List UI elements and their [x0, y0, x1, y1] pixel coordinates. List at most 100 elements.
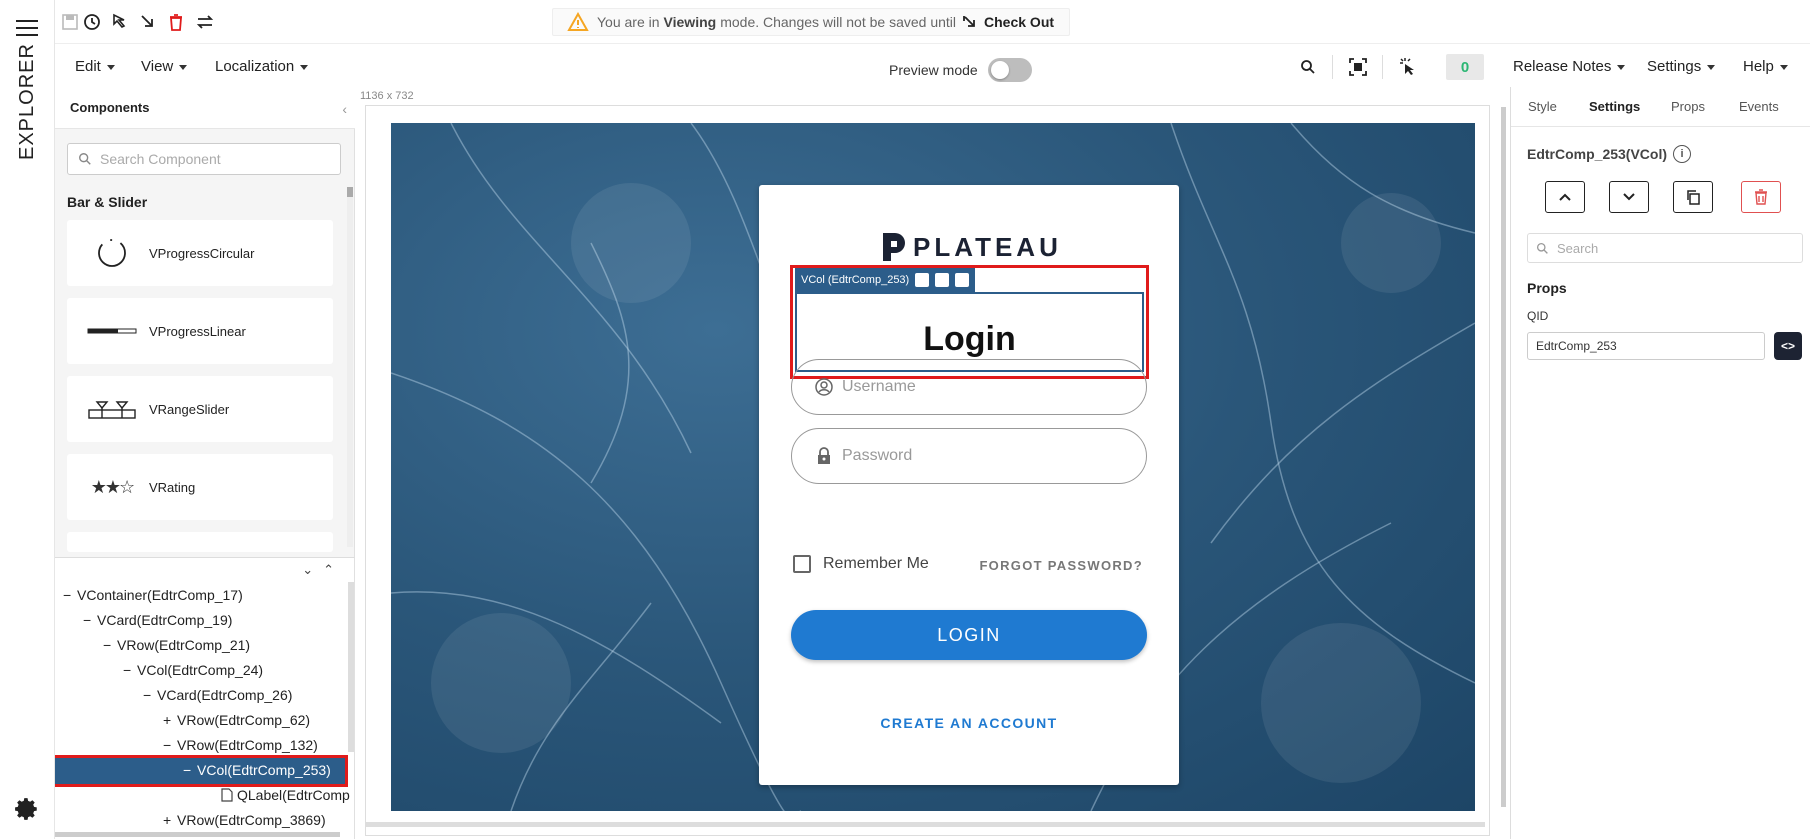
preview-mode-label: Preview mode	[889, 62, 978, 78]
caret-icon	[1779, 64, 1788, 70]
chevron-up-icon	[1559, 193, 1571, 201]
export-icon[interactable]	[138, 12, 158, 32]
history-icon[interactable]	[82, 12, 102, 32]
user-circle-icon	[815, 378, 833, 396]
component-item[interactable]: VProgressCircular	[67, 220, 333, 286]
component-item[interactable]: VProgressLinear	[67, 298, 333, 364]
remember-me[interactable]: Remember Me	[793, 555, 929, 573]
rating-icon: ★★☆	[90, 476, 135, 497]
tree-node-toggle[interactable]: −	[83, 612, 97, 628]
divider	[1332, 55, 1333, 79]
gear-icon[interactable]	[14, 796, 40, 822]
search-icon	[1536, 242, 1548, 254]
canvas-vertical-scrollbar[interactable]	[1501, 107, 1506, 807]
tree-node[interactable]: − VContainer(EdtrComp_17)	[63, 587, 243, 603]
tree-node-label: VCol(EdtrComp_253)	[197, 762, 331, 778]
menu-localization[interactable]: Localization	[215, 58, 309, 75]
check-out-icon	[963, 16, 975, 27]
component-chip[interactable]: VCol (EdtrComp_253)	[795, 268, 976, 292]
tree-node-label: VRow(EdtrComp_3869)	[177, 812, 326, 828]
tree-node-toggle[interactable]: −	[123, 662, 137, 678]
tree-node[interactable]: − VRow(EdtrComp_132)	[163, 737, 318, 753]
remember-me-label: Remember Me	[823, 555, 929, 572]
tree-node[interactable]: + VRow(EdtrComp_3869)	[163, 812, 326, 828]
delete-icon[interactable]	[166, 12, 186, 32]
menu-icon[interactable]	[16, 20, 38, 38]
info-icon[interactable]: i	[1673, 145, 1692, 163]
notice-prefix: You are in	[597, 14, 660, 30]
scrollbar-thumb[interactable]	[347, 187, 353, 197]
password-input[interactable]: Password	[791, 428, 1147, 484]
remember-me-checkbox[interactable]	[793, 555, 811, 573]
inspector-search-input[interactable]: Search	[1527, 233, 1803, 263]
top-toolbar: You are in Viewing mode. Changes will no…	[55, 0, 1810, 44]
move-up-button[interactable]	[1545, 181, 1585, 213]
menu-release-notes[interactable]: Release Notes	[1513, 58, 1626, 75]
tree-node[interactable]: − VRow(EdtrComp_21)	[103, 637, 250, 653]
tree-expand-collapse[interactable]: ⌄⌃	[302, 562, 344, 578]
tab-style[interactable]: Style	[1528, 99, 1557, 114]
caret-icon	[1617, 64, 1626, 70]
collapse-chevron-icon[interactable]: ‹	[342, 101, 347, 117]
tree-node-label: VCard(EdtrComp_19)	[97, 612, 233, 628]
component-search-input[interactable]: Search Component	[67, 143, 341, 175]
tree-node[interactable]: − VCol(EdtrComp_24)	[123, 662, 263, 678]
menu-help[interactable]: Help	[1743, 58, 1788, 75]
canvas-background: PLATEAU VCol (EdtrComp_253) Login Userna…	[391, 123, 1475, 811]
select-arrow-icon[interactable]	[110, 12, 130, 32]
component-item[interactable]: ★★☆ VRating	[67, 454, 333, 520]
search-icon[interactable]	[1300, 59, 1316, 75]
swap-icon[interactable]	[195, 12, 215, 32]
tree-vertical-scrollbar[interactable]	[348, 582, 354, 752]
canvas-horizontal-scrollbar[interactable]	[365, 822, 1485, 827]
code-button[interactable]: <>	[1774, 332, 1802, 360]
tree-node[interactable]: + VRow(EdtrComp_62)	[163, 712, 310, 728]
tree-node-toggle[interactable]: +	[163, 712, 177, 728]
create-account-link[interactable]: CREATE AN ACCOUNT	[759, 715, 1179, 731]
tree-node-toggle[interactable]: +	[163, 812, 177, 828]
tree-node-selected[interactable]: − VCol(EdtrComp_253)	[55, 755, 348, 787]
tree-node-toggle[interactable]: −	[143, 687, 157, 703]
tab-settings[interactable]: Settings	[1589, 99, 1640, 114]
component-item[interactable]	[67, 532, 333, 552]
preview-mode-toggle[interactable]	[987, 58, 1032, 82]
caret-icon	[106, 64, 115, 70]
move-icon[interactable]	[935, 273, 950, 287]
change-counter-badge: 0	[1446, 54, 1484, 80]
tree-node[interactable]: − VCard(EdtrComp_19)	[83, 612, 232, 628]
component-item[interactable]: VRangeSlider	[67, 376, 333, 442]
menu-settings[interactable]: Settings	[1647, 58, 1716, 75]
focus-frame-icon[interactable]	[1348, 57, 1368, 77]
explorer-label[interactable]: EXPLORER	[16, 43, 39, 160]
check-out-button[interactable]: Check Out	[962, 14, 1054, 30]
component-item-label: VRangeSlider	[149, 401, 230, 417]
duplicate-button[interactable]	[1673, 181, 1713, 213]
menu-view[interactable]: View	[141, 58, 188, 75]
explorer-rail: EXPLORER	[0, 0, 55, 839]
copy-icon[interactable]	[915, 273, 930, 287]
brand-logo: PLATEAU	[879, 231, 1062, 263]
progress-circular-icon	[83, 233, 141, 273]
tree-node-toggle[interactable]: −	[103, 637, 117, 653]
menu-edit[interactable]: Edit	[75, 58, 115, 75]
forgot-password-link[interactable]: FORGOT PASSWORD?	[979, 558, 1143, 573]
tree-node-toggle[interactable]: −	[163, 737, 177, 753]
components-scrollbar[interactable]	[347, 187, 353, 547]
save-icon[interactable]	[60, 12, 80, 32]
tab-props[interactable]: Props	[1671, 99, 1705, 114]
tree-node[interactable]: − VCard(EdtrComp_26)	[143, 687, 292, 703]
move-down-button[interactable]	[1609, 181, 1649, 213]
tree-horizontal-scrollbar[interactable]	[55, 832, 340, 837]
username-input[interactable]: Username	[791, 359, 1147, 415]
tree-node[interactable]: QLabel(EdtrComp	[221, 787, 350, 803]
tree-icon[interactable]	[955, 273, 970, 287]
delete-component-button[interactable]	[1741, 181, 1781, 213]
tree-node-toggle[interactable]: −	[183, 762, 197, 778]
tree-node-toggle[interactable]: −	[63, 587, 77, 603]
pointer-click-icon[interactable]	[1397, 57, 1417, 77]
login-button[interactable]: LOGIN	[791, 610, 1147, 660]
qid-input[interactable]: EdtrComp_253	[1527, 332, 1765, 360]
tab-events[interactable]: Events	[1739, 99, 1779, 114]
notice-mode: Viewing	[663, 14, 717, 30]
menu-edit-label: Edit	[75, 58, 101, 75]
